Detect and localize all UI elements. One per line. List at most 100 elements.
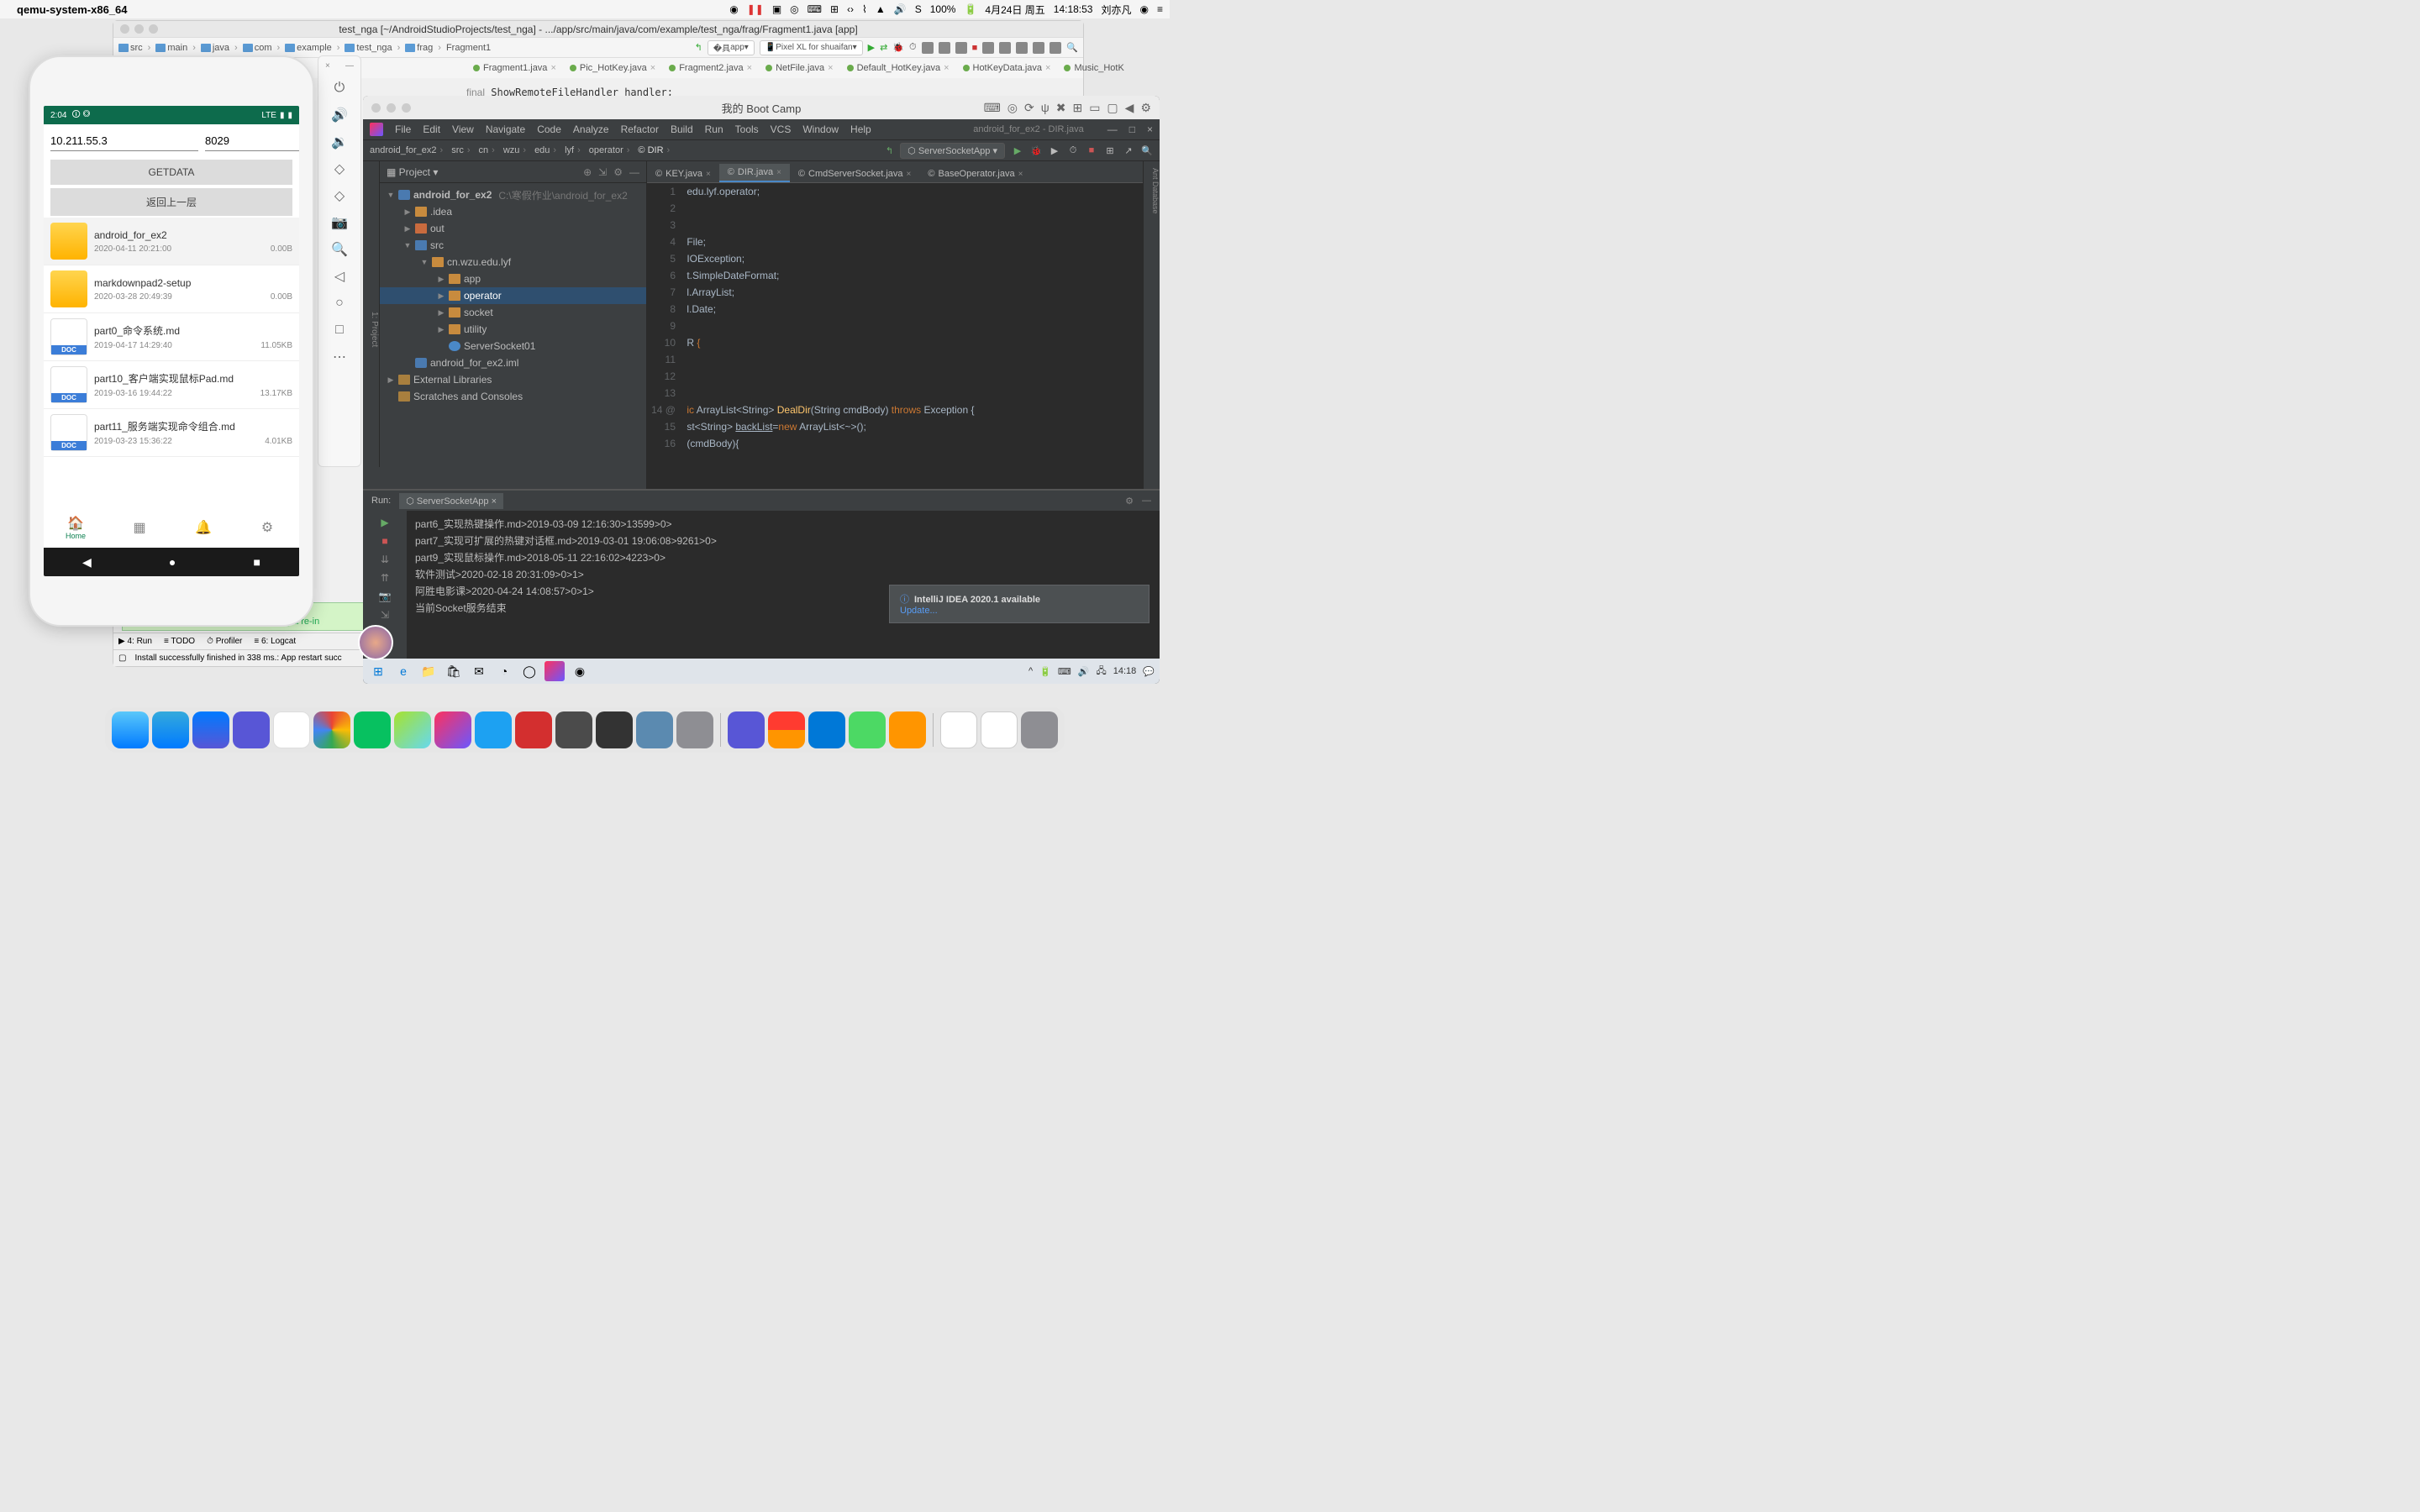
tree-row[interactable]: ▶socket bbox=[380, 304, 646, 321]
minimize-icon[interactable]: — bbox=[345, 61, 354, 71]
user[interactable]: 刘亦凡 bbox=[1101, 3, 1131, 17]
tree-row[interactable]: ▶utility bbox=[380, 321, 646, 338]
crumb[interactable]: Fragment1 bbox=[446, 43, 491, 53]
toolbar-icon[interactable] bbox=[955, 42, 967, 54]
crumb[interactable]: src bbox=[118, 43, 143, 53]
appstore-icon[interactable] bbox=[152, 711, 189, 748]
menu-vcs[interactable]: VCS bbox=[771, 123, 792, 135]
wechat-icon[interactable] bbox=[354, 711, 391, 748]
toolbar-icon[interactable] bbox=[982, 42, 994, 54]
crumb[interactable]: lyf bbox=[565, 145, 584, 155]
status-icon[interactable]: ⌨ bbox=[808, 3, 822, 15]
minimize-icon[interactable]: — bbox=[1107, 123, 1118, 135]
toolbar-icon[interactable]: ✖ bbox=[1056, 101, 1066, 115]
crumb[interactable]: cn bbox=[479, 145, 498, 155]
crumb[interactable]: wzu bbox=[503, 145, 529, 155]
home-icon[interactable]: ● bbox=[169, 555, 176, 569]
update-notification[interactable]: ⓘIntelliJ IDEA 2020.1 available Update..… bbox=[889, 585, 1150, 623]
apply-icon[interactable]: ⇄ bbox=[880, 42, 887, 53]
tree-row[interactable]: android_for_ex2.iml bbox=[380, 354, 646, 371]
windows-icon[interactable] bbox=[808, 711, 845, 748]
back-icon[interactable]: ◁ bbox=[330, 267, 349, 286]
status-icon[interactable]: ⊞ bbox=[830, 3, 839, 15]
zoom-icon[interactable] bbox=[402, 103, 411, 113]
toolbar-icon[interactable] bbox=[1016, 42, 1028, 54]
crumb[interactable]: main bbox=[155, 43, 187, 53]
todo-tab[interactable]: ≡ TODO bbox=[164, 637, 195, 646]
status-icon[interactable]: ▲ bbox=[876, 3, 886, 15]
overview-icon[interactable]: ■ bbox=[253, 555, 260, 569]
more-icon[interactable]: ⋯ bbox=[330, 348, 349, 366]
debug-icon[interactable]: 🐞 bbox=[1030, 144, 1042, 156]
tree-row[interactable]: ▶out bbox=[380, 220, 646, 237]
profile-icon[interactable]: ⏱ bbox=[1067, 144, 1079, 156]
notifications-icon[interactable]: ≡ bbox=[1157, 3, 1163, 15]
close-icon[interactable]: × bbox=[1147, 123, 1153, 135]
editor-tab[interactable]: Default_HotKey.java× bbox=[840, 59, 956, 77]
crumb[interactable]: src bbox=[451, 145, 473, 155]
collapse-icon[interactable]: ⊕ bbox=[583, 166, 592, 178]
rotate-left-icon[interactable]: ◇ bbox=[330, 160, 349, 178]
volume-down-icon[interactable]: 🔉 bbox=[330, 133, 349, 151]
close-icon[interactable]: × bbox=[325, 61, 330, 71]
tree-row[interactable]: ▼src bbox=[380, 237, 646, 254]
hide-icon[interactable]: — bbox=[1142, 496, 1151, 507]
tree-body[interactable]: ▼android_for_ex2 C:\寒假作业\android_for_ex2… bbox=[380, 183, 646, 408]
chrome-icon[interactable]: ◔ bbox=[494, 661, 514, 681]
status-icon[interactable]: ▣ bbox=[772, 3, 781, 15]
network-icon[interactable]: 🖧 bbox=[1097, 664, 1107, 680]
app-icon[interactable] bbox=[233, 711, 270, 748]
project-label[interactable]: ▦ Project ▾ bbox=[387, 166, 438, 178]
home-icon[interactable]: ○ bbox=[330, 294, 349, 312]
editor-tab[interactable]: NetFile.java× bbox=[759, 59, 840, 77]
crumb[interactable]: edu bbox=[534, 145, 560, 155]
app-icon[interactable] bbox=[394, 711, 431, 748]
tree-row[interactable]: Scratches and Consoles bbox=[380, 388, 646, 405]
app-name[interactable]: qemu-system-x86_64 bbox=[17, 3, 128, 16]
toolbar-icon[interactable]: ⇊ bbox=[378, 553, 392, 566]
debug-icon[interactable]: 🐞 bbox=[892, 42, 904, 53]
editor-tab[interactable]: HotKeyData.java× bbox=[956, 59, 1058, 77]
menu-help[interactable]: Help bbox=[850, 123, 871, 135]
status-icon[interactable]: ◎ bbox=[790, 3, 798, 15]
app-icon[interactable] bbox=[636, 711, 673, 748]
run-icon[interactable]: ▶ bbox=[1012, 144, 1023, 156]
toolbar-icon[interactable] bbox=[1033, 42, 1044, 54]
toolbar-icon[interactable] bbox=[922, 42, 934, 54]
power-icon[interactable]: ⏻ bbox=[330, 79, 349, 97]
crumb[interactable]: © DIR bbox=[638, 145, 673, 155]
toolbar-icon[interactable]: ▭ bbox=[1089, 101, 1100, 115]
app-icon[interactable] bbox=[676, 711, 713, 748]
editor-tab[interactable]: © BaseOperator.java× bbox=[919, 165, 1031, 182]
list-item[interactable]: part0_命令系统.md2019-04-17 14:29:4011.05KB bbox=[44, 313, 299, 361]
folder-icon[interactable] bbox=[981, 711, 1018, 748]
status-icon[interactable]: ▢ bbox=[118, 654, 126, 663]
getdata-button[interactable]: GETDATA bbox=[50, 160, 292, 185]
explorer-icon[interactable]: 📁 bbox=[418, 661, 439, 681]
nav-dashboard[interactable]: ▦ bbox=[108, 507, 171, 548]
crumb[interactable]: example bbox=[285, 43, 332, 53]
siri-icon[interactable]: ◉ bbox=[1140, 3, 1149, 15]
trash-icon[interactable] bbox=[1021, 711, 1058, 748]
menu-file[interactable]: File bbox=[395, 123, 411, 135]
toolbar-icon[interactable]: ◀ bbox=[1125, 101, 1134, 115]
zoom-icon[interactable]: 🔍 bbox=[330, 240, 349, 259]
crumb[interactable]: android_for_ex2 bbox=[370, 145, 446, 155]
toolbar-icon[interactable] bbox=[939, 42, 950, 54]
file-list[interactable]: android_for_ex22020-04-11 20:21:000.00B … bbox=[44, 218, 299, 507]
profiler-tab[interactable]: ⏱ Profiler bbox=[207, 637, 242, 646]
stop-icon[interactable]: ■ bbox=[1086, 144, 1097, 156]
app-icon[interactable] bbox=[728, 711, 765, 748]
tray-icon[interactable]: 🔋 bbox=[1039, 666, 1051, 677]
obs-icon[interactable] bbox=[596, 711, 633, 748]
tray-icon[interactable]: ⌨ bbox=[1058, 666, 1071, 677]
menu-edit[interactable]: Edit bbox=[423, 123, 440, 135]
tree-row[interactable]: ▶app bbox=[380, 270, 646, 287]
menu-analyze[interactable]: Analyze bbox=[573, 123, 609, 135]
crumb[interactable]: com bbox=[243, 43, 272, 53]
stop-icon[interactable]: ■ bbox=[378, 534, 392, 548]
source-code[interactable]: edu.lyf.operator; File; IOException; t.S… bbox=[684, 183, 1143, 452]
wifi-icon[interactable]: ⌇ bbox=[862, 3, 867, 15]
menu-tools[interactable]: Tools bbox=[735, 123, 759, 135]
edge-icon[interactable]: e bbox=[393, 661, 413, 681]
